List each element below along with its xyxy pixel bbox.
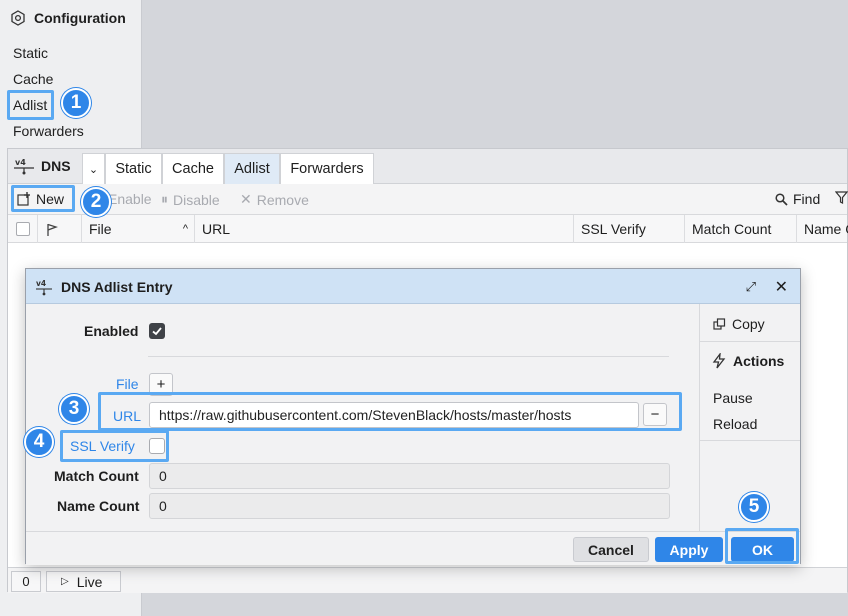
actions-header: Actions: [711, 353, 784, 369]
actions-separator: [700, 440, 800, 441]
dns-title-label: DNS: [41, 158, 71, 174]
column-match-count-label: Match Count: [692, 221, 772, 237]
dialog-title-label: DNS Adlist Entry: [61, 279, 173, 295]
ipv4-network-icon: v4: [36, 279, 52, 296]
find-button[interactable]: Find: [775, 191, 820, 207]
remove-button-label: Remove: [256, 191, 309, 208]
hexagon-gear-icon: [11, 10, 25, 26]
pause-icon: ⏸: [161, 191, 168, 207]
column-file-label: File: [89, 221, 112, 237]
name-count-field[interactable]: 0: [149, 493, 670, 519]
enabled-checkbox[interactable]: [149, 323, 165, 339]
cancel-button[interactable]: Cancel: [573, 537, 649, 562]
select-all-checkbox[interactable]: [16, 222, 30, 236]
config-title: Configuration: [34, 10, 126, 26]
column-header-name-count[interactable]: Name Count: [797, 215, 848, 243]
column-header-url[interactable]: URL: [195, 215, 574, 243]
dns-tabbar: v4 DNS ⌄ Static Cache Adlist Forwarders: [8, 149, 847, 184]
disable-button-label: Disable: [173, 191, 220, 208]
restore-icon[interactable]: ⤢: [746, 279, 756, 295]
plus-icon: +: [156, 376, 166, 393]
reload-action[interactable]: Reload: [713, 416, 757, 432]
form-divider: [148, 356, 669, 357]
copy-label: Copy: [732, 316, 765, 332]
column-url-label: URL: [202, 221, 231, 237]
copy-icon: [713, 317, 726, 330]
dialog-title: v4 DNS Adlist Entry: [35, 278, 173, 296]
callout-badge-1: 1: [61, 88, 91, 118]
copy-button[interactable]: Copy: [713, 316, 765, 332]
filter-button[interactable]: [835, 191, 848, 204]
tab-forwarders[interactable]: Forwarders: [280, 153, 374, 184]
file-label[interactable]: File: [116, 376, 139, 392]
play-icon: ▷: [61, 576, 69, 587]
enable-button[interactable]: Enable: [108, 191, 152, 207]
x-icon: ✕: [240, 191, 252, 207]
match-count-field[interactable]: 0: [149, 463, 670, 489]
column-ssl-verify-label: SSL Verify: [581, 221, 646, 237]
tab-dropdown-button[interactable]: ⌄: [82, 153, 105, 184]
config-item-cache[interactable]: Cache: [13, 71, 53, 87]
live-toggle[interactable]: ▷ Live: [46, 571, 121, 592]
status-bar: 0 ▷ Live: [8, 567, 847, 593]
ipv4-network-icon: v4: [14, 158, 34, 175]
grid-header: File ^ URL SSL Verify Match Count Name C…: [8, 215, 848, 243]
config-item-static[interactable]: Static: [13, 45, 48, 61]
highlight-new-button: [11, 185, 75, 212]
item-count: 0: [11, 571, 41, 592]
config-item-forwarders[interactable]: Forwarders: [13, 123, 84, 139]
svg-text:v4: v4: [36, 279, 46, 288]
match-count-label: Match Count: [54, 468, 139, 484]
highlight-ssl-verify: [60, 430, 169, 462]
find-button-label: Find: [793, 191, 821, 207]
actions-label: Actions: [733, 353, 785, 369]
dns-toolbar: New Enable ⏸ Disable ✕ Remove Find: [8, 184, 848, 215]
tab-static[interactable]: Static: [105, 153, 162, 184]
tab-adlist[interactable]: Adlist: [224, 153, 280, 184]
column-header-file[interactable]: File ^: [82, 215, 195, 243]
dialog-titlebar: v4 DNS Adlist Entry ⤢ ✕: [26, 269, 800, 304]
flag-column-header[interactable]: [38, 215, 82, 243]
remove-button[interactable]: ✕ Remove: [240, 191, 309, 208]
live-label: Live: [76, 573, 103, 590]
search-icon: [775, 192, 788, 206]
callout-badge-2: 2: [81, 187, 111, 217]
disable-button[interactable]: ⏸ Disable: [161, 191, 220, 208]
column-header-ssl-verify[interactable]: SSL Verify: [574, 215, 685, 243]
dialog-footer: Cancel Apply OK: [26, 531, 800, 565]
column-name-count-label: Name Count: [804, 221, 848, 237]
pause-action[interactable]: Pause: [713, 390, 753, 406]
filter-icon: [835, 191, 848, 204]
highlight-ok-button: [725, 528, 799, 564]
callout-badge-4: 4: [24, 427, 54, 457]
sort-ascending-icon: ^: [182, 223, 188, 235]
chevron-down-icon: ⌄: [88, 163, 99, 176]
checkmark-icon: [152, 327, 162, 336]
svg-text:v4: v4: [15, 158, 26, 167]
callout-badge-3: 3: [59, 394, 89, 424]
dns-title: v4 DNS: [13, 157, 71, 175]
callout-badge-5: 5: [739, 492, 769, 522]
tab-cache[interactable]: Cache: [162, 153, 224, 184]
actions-separator: [700, 341, 800, 342]
close-icon[interactable]: ✕: [775, 277, 788, 297]
config-header: Configuration: [10, 10, 126, 26]
highlight-url-field: [98, 392, 682, 431]
highlight-adlist: [7, 90, 54, 120]
apply-button[interactable]: Apply: [655, 537, 723, 562]
select-all-cell[interactable]: [8, 215, 38, 243]
enable-button-label: Enable: [108, 191, 152, 207]
column-header-match-count[interactable]: Match Count: [685, 215, 797, 243]
name-count-label: Name Count: [57, 498, 140, 514]
lightning-icon: [712, 353, 726, 369]
flag-icon: [47, 223, 58, 236]
enabled-label: Enabled: [84, 323, 139, 339]
